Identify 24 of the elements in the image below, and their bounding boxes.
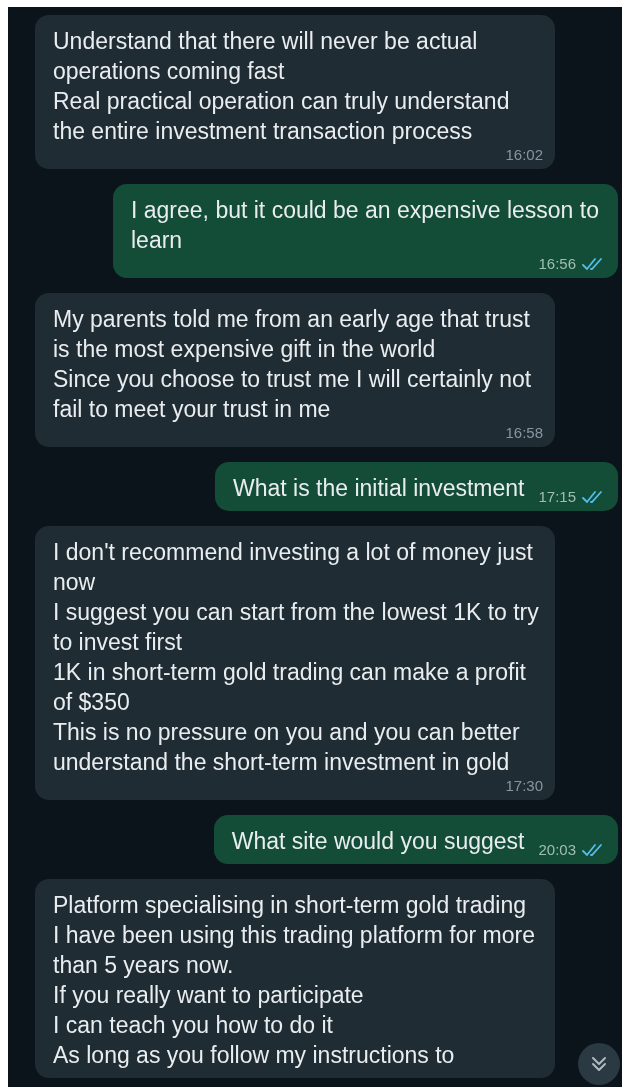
message-text: I have been using this trading platform for more than 5 years now.: [53, 921, 536, 980]
message-time: 20:03: [538, 841, 576, 858]
message-text: Since you choose to trust me I will certainly not fail to meet your trust in me: [53, 365, 533, 424]
message-text: I can teach you how to do it: [53, 1011, 334, 1040]
message-text: As long as you follow my instructions to: [53, 1041, 456, 1070]
message-text: This is no pressure on you and you can better understand the short-term investment in gold: [53, 718, 521, 777]
scroll-down-button[interactable]: [578, 1043, 620, 1085]
message-time: 16:58: [505, 424, 543, 441]
message-time: 16:02: [505, 146, 543, 163]
message-time: 17:15: [538, 488, 576, 505]
double-chevron-down-icon: [590, 1055, 608, 1073]
message-time: 16:56: [538, 255, 576, 272]
message-text: What site would you suggest: [231, 827, 525, 856]
message-text: I don't recommend investing a lot of money just now: [53, 538, 534, 597]
message-text: I agree, but it could be an expensive lesson to learn: [131, 196, 600, 255]
message-text: What is the initial investment: [233, 474, 525, 503]
message-text: 1K in short-term gold trading can make a profit of $350: [53, 658, 527, 717]
message-text: Platform specialising in short-term gold trading: [53, 891, 527, 920]
message-text: I suggest you can start from the lowest 1K to try to invest first: [53, 598, 540, 657]
message-text: If you really want to participate: [53, 981, 365, 1010]
message-time: 17:30: [505, 777, 543, 794]
message-text: My parents told me from an early age that trust is the most expensive gift in the world: [53, 305, 531, 364]
message-text: Understand that there will never be actual operations coming fast: [53, 27, 479, 86]
message-text: Real practical operation can truly understand the entire investment transaction process: [53, 87, 511, 146]
